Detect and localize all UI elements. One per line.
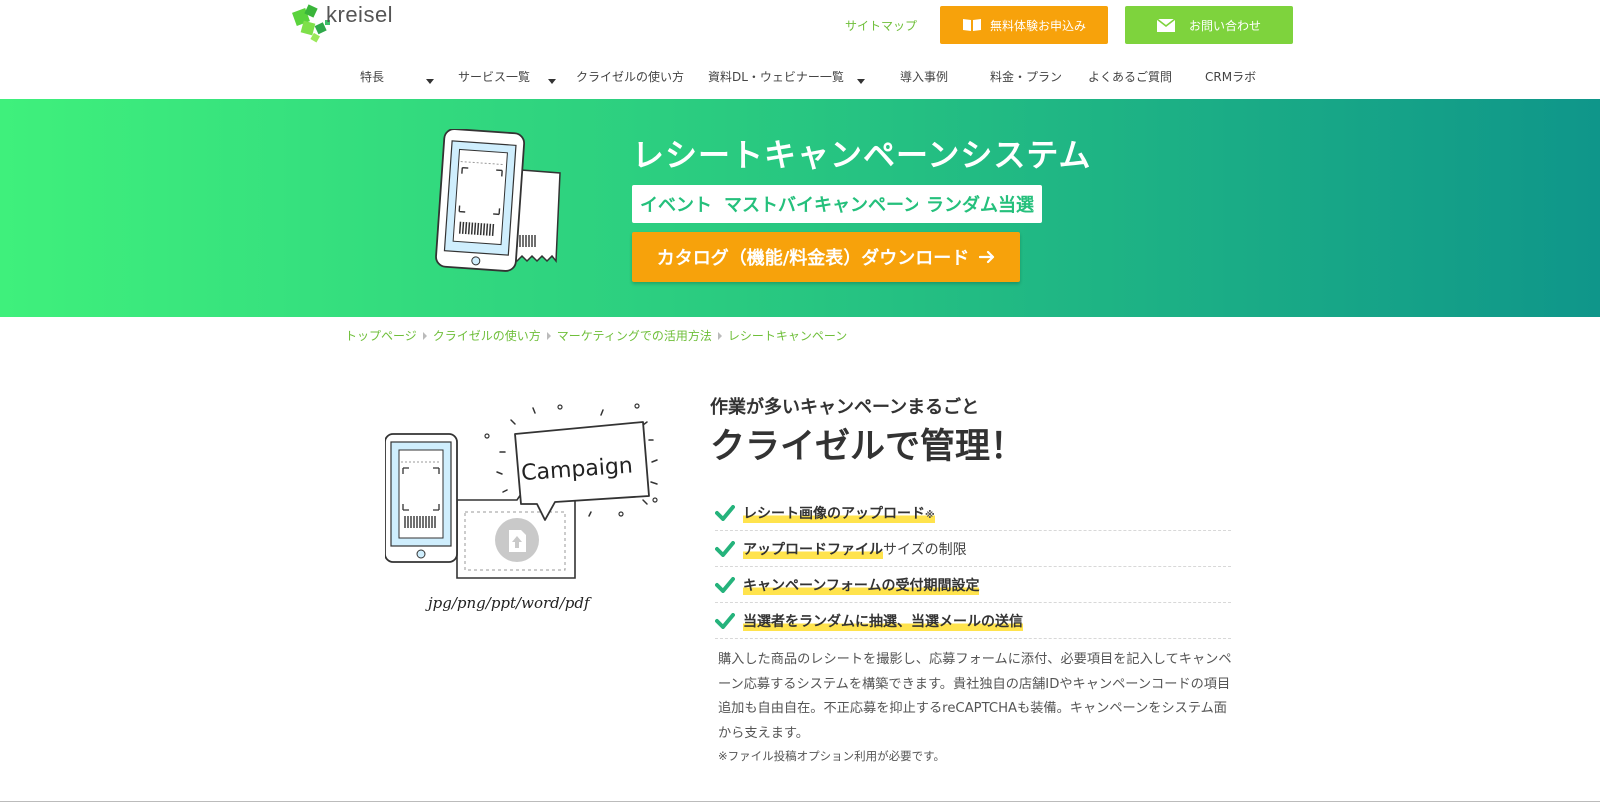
book-icon xyxy=(962,19,981,31)
nav-item-pricing[interactable]: 料金・プラン xyxy=(990,68,1062,85)
kreisel-logo[interactable]: kreisel xyxy=(292,2,412,44)
hero-title: レシートキャンペーンシステム xyxy=(632,136,1092,174)
campaign-upload-illustration: Campaign xyxy=(385,403,658,579)
nav-item-how-to-use[interactable]: クライゼルの使い方 xyxy=(576,68,684,85)
nav-item-crm-lab[interactable]: CRMラボ xyxy=(1205,68,1256,85)
sitemap-link[interactable]: サイトマップ xyxy=(845,17,917,34)
section-description: 購入した商品のレシートを撮影し、応募フォームに添付、必要項目を記入してキャンペー… xyxy=(718,652,1232,741)
feature-list: レシート画像のアップロード※ アップロードファイル サイズの制限 キャンペーンフ… xyxy=(715,495,1231,639)
feature-item: 当選者をランダムに抽選、当選メールの送信 xyxy=(715,603,1231,639)
breadcrumb-separator-icon xyxy=(546,331,551,340)
site-header: kreisel サイトマップ 無料体験お申込み お問い合わせ 特長 サービス一覧… xyxy=(0,0,1600,100)
feature-item: キャンペーンフォームの受付期間設定 xyxy=(715,567,1231,603)
catalog-download-label: カタログ（機能/料金表）ダウンロード xyxy=(656,248,970,269)
chevron-down-icon[interactable] xyxy=(857,79,865,84)
feature-item: レシート画像のアップロード※ xyxy=(715,495,1231,531)
feature-plain-text: サイズの制限 xyxy=(883,541,967,558)
breadcrumb-separator-icon xyxy=(422,331,427,340)
tag-event: イベント xyxy=(632,185,720,223)
feature-highlight: レシート画像のアップロード※ xyxy=(743,502,935,523)
section-divider xyxy=(0,801,1600,802)
tag-random-winner: ランダム当選 xyxy=(918,185,1042,223)
free-trial-button[interactable]: 無料体験お申込み xyxy=(940,6,1108,44)
hero-banner: レシートキャンペーンシステム イベント マストバイキャンペーン ランダム当選 カ… xyxy=(0,99,1600,317)
feature-highlight: キャンペーンフォームの受付期間設定 xyxy=(743,574,980,595)
feature-note-mark: ※ xyxy=(925,509,935,521)
check-icon xyxy=(715,576,735,593)
file-types-caption: jpg/png/ppt/word/pdf xyxy=(428,594,590,612)
breadcrumb-separator-icon xyxy=(717,331,722,340)
chevron-down-icon[interactable] xyxy=(426,79,434,84)
arrow-right-icon xyxy=(979,250,995,264)
logo-text: kreisel xyxy=(326,2,394,27)
feature-highlight: アップロードファイル xyxy=(743,538,883,559)
free-trial-label: 無料体験お申込み xyxy=(989,18,1086,33)
nav-item-services[interactable]: サービス一覧 xyxy=(458,68,530,85)
feature-item: アップロードファイル サイズの制限 xyxy=(715,531,1231,567)
check-icon xyxy=(715,540,735,557)
chevron-down-icon[interactable] xyxy=(548,79,556,84)
breadcrumb-item-how-to-use[interactable]: クライゼルの使い方 xyxy=(433,327,541,344)
nav-item-faq[interactable]: よくあるご質問 xyxy=(1088,68,1172,85)
section-footnote: ※ファイル投稿オプション利用が必要です。 xyxy=(718,749,945,763)
catalog-download-button[interactable]: カタログ（機能/料金表）ダウンロード xyxy=(632,232,1020,282)
check-icon xyxy=(715,504,735,521)
contact-button[interactable]: お問い合わせ xyxy=(1125,6,1293,44)
section-subheading: 作業が多いキャンペーンまるごと xyxy=(710,397,980,418)
breadcrumb-item-current: レシートキャンペーン xyxy=(727,329,848,343)
nav-item-features[interactable]: 特長 xyxy=(360,68,384,85)
contact-label: お問い合わせ xyxy=(1188,18,1261,33)
tag-must-buy-campaign: マストバイキャンペーン xyxy=(716,185,930,223)
receipt-phone-illustration xyxy=(435,129,561,272)
breadcrumb: トップページ クライゼルの使い方 マーケティングでの活用方法 レシートキャンペー… xyxy=(345,327,847,344)
feature-highlight: 当選者をランダムに抽選、当選メールの送信 xyxy=(743,610,1023,631)
section-heading: クライゼルで管理！ xyxy=(710,427,1026,467)
breadcrumb-item-marketing[interactable]: マーケティングでの活用方法 xyxy=(557,327,712,344)
nav-item-downloads[interactable]: 資料DL・ウェビナー一覧 xyxy=(708,68,844,85)
check-icon xyxy=(715,612,735,629)
mail-icon xyxy=(1156,18,1175,32)
breadcrumb-item-top[interactable]: トップページ xyxy=(345,327,417,344)
nav-item-case-studies[interactable]: 導入事例 xyxy=(900,68,948,85)
global-nav: 特長 サービス一覧 クライゼルの使い方 資料DL・ウェビナー一覧 導入事例 料金… xyxy=(0,60,1600,96)
